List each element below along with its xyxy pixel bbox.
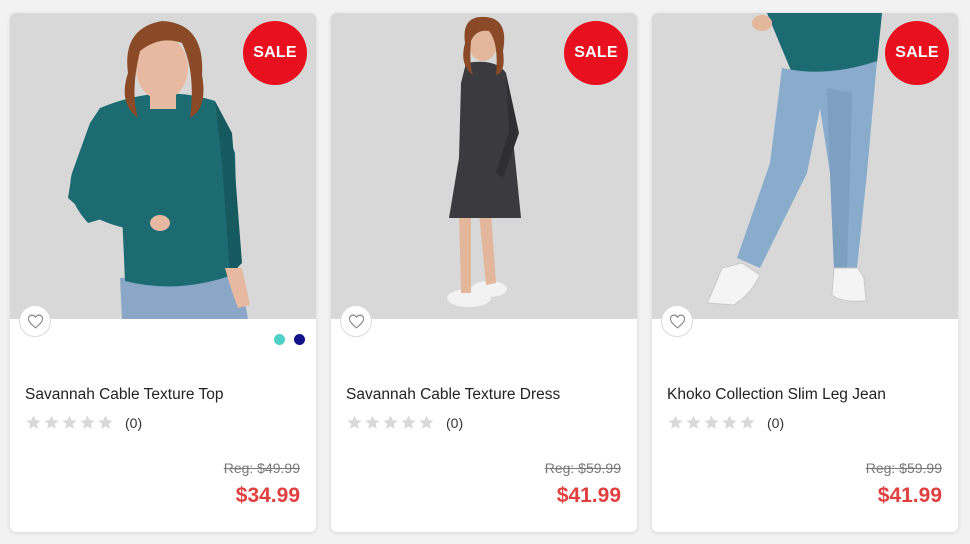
rating-stars bbox=[25, 414, 114, 431]
sale-price: $34.99 bbox=[235, 484, 300, 507]
rating-count: (0) bbox=[125, 414, 143, 431]
swatch-teal[interactable] bbox=[274, 334, 285, 345]
star-icon bbox=[44, 415, 59, 429]
star-icon bbox=[419, 415, 434, 429]
sale-badge: SALE bbox=[885, 21, 949, 85]
star-icon bbox=[347, 415, 362, 429]
heart-outline-icon bbox=[27, 314, 43, 329]
star-icon bbox=[722, 415, 737, 429]
product-title[interactable]: Savannah Cable Texture Dress bbox=[346, 386, 560, 404]
product-card[interactable]: SALE Savannah Cable Texture Dress (0) Re… bbox=[331, 13, 637, 532]
wishlist-button[interactable] bbox=[661, 305, 693, 337]
star-icon bbox=[62, 415, 77, 429]
product-rating: (0) bbox=[346, 414, 463, 431]
rating-stars bbox=[346, 414, 435, 431]
sale-badge: SALE bbox=[564, 21, 628, 85]
star-icon bbox=[26, 415, 41, 429]
rating-count: (0) bbox=[767, 414, 785, 431]
swatch-navy[interactable] bbox=[294, 334, 305, 345]
product-grid: SALE Savannah Cable Texture Top (0) Reg:… bbox=[0, 0, 970, 544]
regular-price: Reg: $59.99 bbox=[865, 460, 942, 476]
rating-stars bbox=[667, 414, 756, 431]
product-card[interactable]: SALE Khoko Collection Slim Leg Jean (0) … bbox=[652, 13, 958, 532]
star-icon bbox=[365, 415, 380, 429]
product-rating: (0) bbox=[25, 414, 142, 431]
star-icon bbox=[668, 415, 683, 429]
star-icon bbox=[704, 415, 719, 429]
star-icon bbox=[98, 415, 113, 429]
sale-price: $41.99 bbox=[556, 484, 621, 507]
regular-price: Reg: $59.99 bbox=[544, 460, 621, 476]
heart-outline-icon bbox=[348, 314, 364, 329]
star-icon bbox=[686, 415, 701, 429]
product-card[interactable]: SALE Savannah Cable Texture Top (0) Reg:… bbox=[10, 13, 316, 532]
sale-price: $41.99 bbox=[877, 484, 942, 507]
regular-price: Reg: $49.99 bbox=[223, 460, 300, 476]
color-swatches bbox=[274, 334, 305, 345]
star-icon bbox=[383, 415, 398, 429]
rating-count: (0) bbox=[446, 414, 464, 431]
heart-outline-icon bbox=[669, 314, 685, 329]
product-image[interactable]: SALE bbox=[652, 13, 958, 319]
wishlist-button[interactable] bbox=[19, 305, 51, 337]
product-image[interactable]: SALE bbox=[331, 13, 637, 319]
star-icon bbox=[80, 415, 95, 429]
product-title[interactable]: Khoko Collection Slim Leg Jean bbox=[667, 386, 886, 404]
product-rating: (0) bbox=[667, 414, 784, 431]
product-title[interactable]: Savannah Cable Texture Top bbox=[25, 386, 224, 404]
sale-badge: SALE bbox=[243, 21, 307, 85]
star-icon bbox=[401, 415, 416, 429]
wishlist-button[interactable] bbox=[340, 305, 372, 337]
product-image[interactable]: SALE bbox=[10, 13, 316, 319]
star-icon bbox=[740, 415, 755, 429]
